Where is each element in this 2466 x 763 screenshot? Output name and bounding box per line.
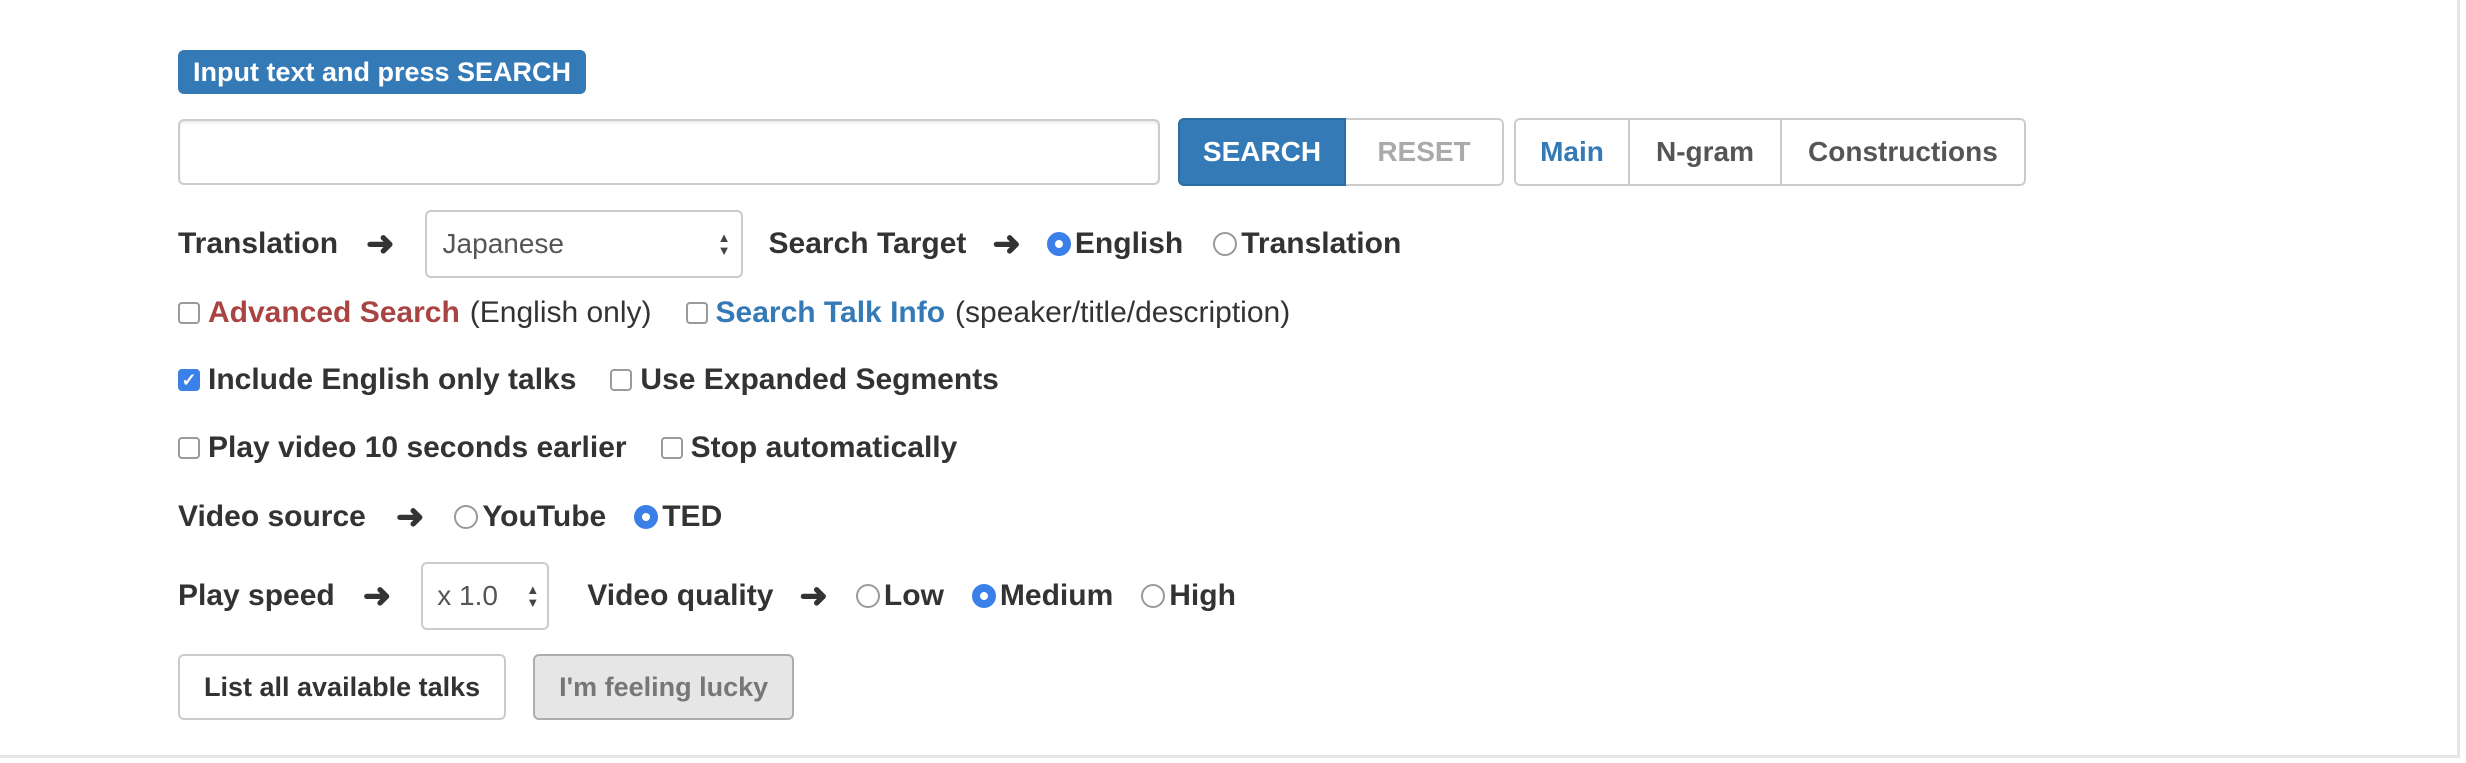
radio-high[interactable] <box>1141 584 1166 608</box>
talk-info-option[interactable]: Search Talk Info (speaker/title/descript… <box>685 296 1291 330</box>
include-english-label: Include English only talks <box>208 363 577 396</box>
include-english-checkbox[interactable]: ✓ <box>178 369 200 391</box>
sort-caret-icon: ▲ ▼ <box>717 230 731 258</box>
talk-info-note: (speaker/title/description) <box>955 296 1291 329</box>
include-english-option[interactable]: ✓ Include English only talks <box>178 363 576 397</box>
stop-auto-checkbox[interactable] <box>660 437 683 459</box>
target-translation-option[interactable]: Translation <box>1213 227 1401 261</box>
expanded-segments-label: Use Expanded Segments <box>640 363 999 396</box>
quality-low-option[interactable]: Low <box>855 579 944 613</box>
radio-english[interactable] <box>1046 232 1071 256</box>
translation-selected: Japanese <box>442 228 564 259</box>
quality-medium-label: Medium <box>999 579 1114 612</box>
tab-constructions[interactable]: Constructions <box>1782 118 2026 186</box>
search-input[interactable] <box>178 119 1160 185</box>
advanced-search-label[interactable]: Advanced Search <box>208 296 460 330</box>
arrow-right-icon: ➜ <box>366 225 395 263</box>
mode-tabs: Main N-gram Constructions <box>1514 118 2026 186</box>
play-speed-selected: x 1.0 <box>437 580 498 611</box>
advanced-search-note: (English only) <box>469 296 652 329</box>
tab-ngram[interactable]: N-gram <box>1630 118 1783 186</box>
radio-ted[interactable] <box>634 505 659 529</box>
advanced-search-checkbox[interactable] <box>178 302 200 324</box>
arrow-right-icon: ➜ <box>362 577 392 615</box>
video-source-label: Video source <box>178 500 366 533</box>
quality-high-label: High <box>1169 579 1236 612</box>
play-earlier-label: Play video 10 seconds earlier <box>208 431 627 464</box>
radio-translation[interactable] <box>1213 232 1238 256</box>
play-earlier-checkbox[interactable] <box>178 437 200 459</box>
play-earlier-option[interactable]: Play video 10 seconds earlier <box>178 431 627 465</box>
translation-select[interactable]: Japanese ▲ ▼ <box>424 210 743 278</box>
talk-info-checkbox[interactable] <box>685 302 708 324</box>
list-talks-button[interactable]: List all available talks <box>178 654 507 720</box>
feeling-lucky-button[interactable]: I'm feeling lucky <box>533 654 795 720</box>
source-ted-option[interactable]: TED <box>634 500 722 534</box>
search-target-label: Search Target <box>768 227 967 260</box>
translation-label: Translation <box>178 227 339 260</box>
radio-medium[interactable] <box>971 584 996 608</box>
quality-medium-option[interactable]: Medium <box>971 579 1114 613</box>
play-speed-label: Play speed <box>178 579 335 612</box>
stop-auto-label: Stop automatically <box>690 431 958 464</box>
target-english-option[interactable]: English <box>1046 227 1184 261</box>
sort-caret-icon: ▲ ▼ <box>526 582 540 610</box>
quality-high-option[interactable]: High <box>1141 579 1236 613</box>
source-youtube-option[interactable]: YouTube <box>454 500 606 534</box>
expanded-segments-checkbox[interactable] <box>610 369 633 391</box>
search-button[interactable]: SEARCH <box>1178 118 1346 186</box>
tab-main[interactable]: Main <box>1514 118 1630 186</box>
play-speed-select[interactable]: x 1.0 ▲ ▼ <box>421 562 550 630</box>
arrow-right-icon: ➜ <box>799 577 828 615</box>
source-ted-label: TED <box>662 500 723 533</box>
quality-low-label: Low <box>883 579 944 612</box>
source-youtube-label: YouTube <box>482 500 607 533</box>
advanced-search-option[interactable]: Advanced Search (English only) <box>178 296 652 330</box>
arrow-right-icon: ➜ <box>992 225 1021 263</box>
expanded-segments-option[interactable]: Use Expanded Segments <box>610 363 999 397</box>
talk-info-label[interactable]: Search Talk Info <box>716 296 946 330</box>
stop-auto-option[interactable]: Stop automatically <box>660 431 958 465</box>
instruction-badge: Input text and press SEARCH <box>178 50 587 94</box>
video-quality-label: Video quality <box>587 579 774 612</box>
radio-low[interactable] <box>855 584 880 608</box>
radio-youtube[interactable] <box>454 505 479 529</box>
arrow-right-icon: ➜ <box>395 498 425 536</box>
reset-button[interactable]: RESET <box>1346 118 1504 186</box>
target-translation-label: Translation <box>1241 227 1402 260</box>
target-english-label: English <box>1074 227 1184 260</box>
